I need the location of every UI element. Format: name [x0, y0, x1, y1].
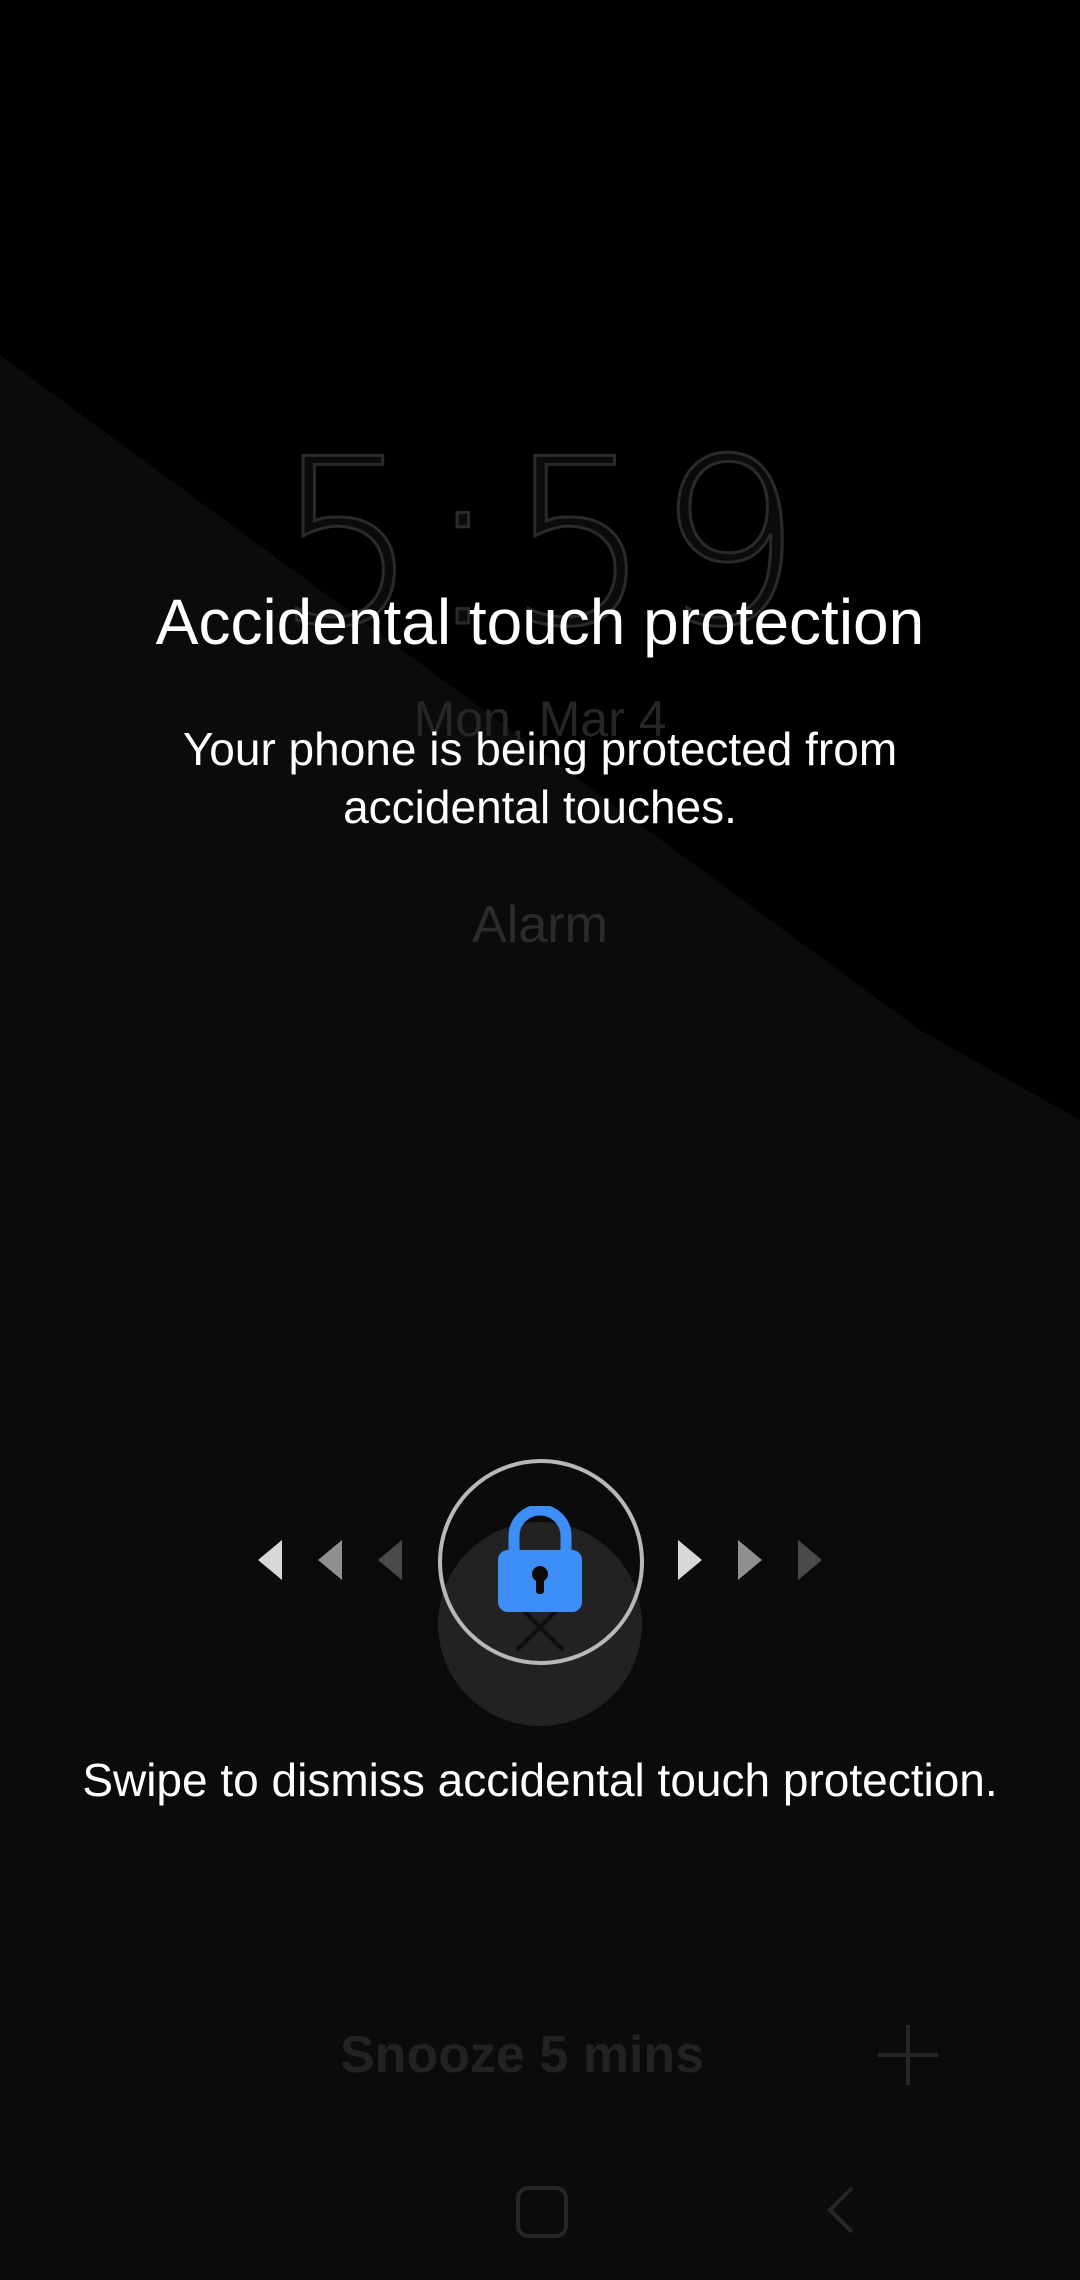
chevron-left-icon	[258, 1540, 282, 1580]
protection-description: Your phone is being protected from accid…	[182, 723, 898, 833]
chevron-right-icon	[678, 1540, 702, 1580]
lock-icon	[498, 1506, 582, 1612]
chevron-right-icon	[738, 1540, 762, 1580]
chevron-left-icon	[378, 1540, 402, 1580]
chevron-right-icon	[798, 1540, 822, 1580]
page-title: Accidental touch protection	[155, 586, 925, 658]
chevron-left-icon	[318, 1540, 342, 1580]
snooze-button: Snooze 5 mins	[340, 2026, 705, 2084]
swipe-hint: Swipe to dismiss accidental touch protec…	[82, 1754, 998, 1806]
alarm-label: Alarm	[472, 896, 608, 954]
back-icon[interactable]	[822, 2184, 862, 2236]
plus-icon	[878, 2025, 938, 2085]
background-band	[0, 355, 1080, 2280]
accidental-touch-screen: 5:59 Mon, Mar 4 Alarm Accidental touch p…	[0, 0, 1080, 2280]
home-icon[interactable]	[516, 2186, 568, 2238]
